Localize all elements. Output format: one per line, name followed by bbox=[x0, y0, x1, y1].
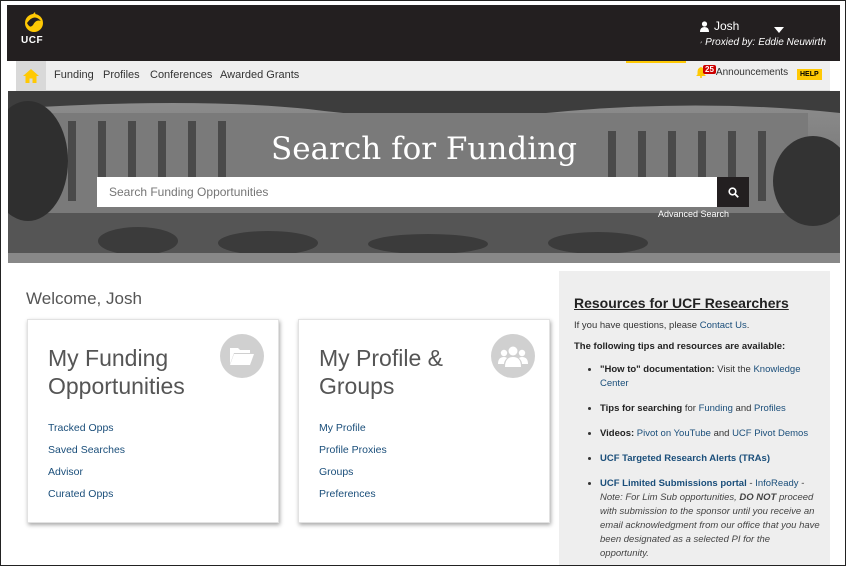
chevron-down-icon[interactable] bbox=[774, 27, 784, 33]
list-item: "How to" documentation: Visit the Knowle… bbox=[600, 363, 820, 391]
ucf-pivot-demos-link[interactable]: UCF Pivot Demos bbox=[732, 428, 808, 439]
preferences-link[interactable]: Preferences bbox=[319, 488, 387, 501]
saved-searches-link[interactable]: Saved Searches bbox=[48, 444, 125, 457]
tracked-opps-link[interactable]: Tracked Opps bbox=[48, 422, 125, 435]
questions-text: If you have questions, please bbox=[574, 320, 698, 331]
curated-opps-link[interactable]: Curated Opps bbox=[48, 488, 125, 501]
tra-link[interactable]: UCF Targeted Research Alerts (TRAs) bbox=[600, 453, 770, 464]
hero-banner: Search for Funding Advanced Search bbox=[8, 91, 840, 263]
list-item: Videos: Pivot on YouTube and UCF Pivot D… bbox=[600, 427, 820, 441]
proxied-by: Proxied by: Eddie Neuwirth bbox=[700, 37, 826, 48]
questions-suffix: . bbox=[746, 320, 750, 331]
profile-proxies-link[interactable]: Profile Proxies bbox=[319, 444, 387, 457]
proxied-name: Eddie Neuwirth bbox=[758, 37, 826, 48]
folder-open-icon bbox=[220, 334, 264, 378]
welcome-heading: Welcome, Josh bbox=[26, 289, 142, 308]
tips-text: for bbox=[684, 403, 696, 414]
user-name-row[interactable]: Josh bbox=[700, 19, 826, 33]
nav-funding[interactable]: Funding bbox=[54, 69, 94, 81]
funding-tips-link[interactable]: Funding bbox=[699, 403, 733, 414]
list-item: UCF Limited Submissions portal - InfoRea… bbox=[600, 477, 820, 561]
groups-link[interactable]: Groups bbox=[319, 466, 387, 479]
lim-dash: - bbox=[749, 478, 753, 489]
nav-awarded-grants[interactable]: Awarded Grants bbox=[220, 69, 299, 81]
announcements-label: Announcements bbox=[715, 67, 789, 78]
howto-text: Visit the bbox=[717, 364, 751, 375]
app-frame: UCF Josh Proxied by: Eddie Neuwirth Fund… bbox=[0, 0, 846, 566]
card-title: My Funding Opportunities bbox=[48, 345, 185, 399]
howto-label: "How to" documentation: bbox=[600, 364, 715, 375]
announcements-badge: 25 bbox=[703, 65, 716, 74]
resources-intro: The following tips and resources are ava… bbox=[574, 341, 786, 352]
advanced-search-link[interactable]: Advanced Search bbox=[658, 209, 729, 219]
questions-line: If you have questions, please Contact Us… bbox=[574, 320, 749, 331]
infoready-link[interactable]: InfoReady bbox=[755, 478, 798, 489]
home-button[interactable] bbox=[16, 61, 46, 90]
proxied-label: Proxied by: bbox=[705, 37, 756, 48]
resources-panel: Resources for UCF Researchers If you hav… bbox=[559, 271, 830, 565]
lim-do-not: DO NOT bbox=[739, 492, 777, 503]
tips-and: and bbox=[735, 403, 752, 414]
wrench-icon bbox=[700, 41, 703, 44]
card-links: Tracked Opps Saved Searches Advisor Cura… bbox=[48, 422, 125, 510]
announcements-link[interactable]: 25 Announcements bbox=[696, 65, 789, 78]
my-profile-link[interactable]: My Profile bbox=[319, 422, 387, 435]
profiles-tips-link[interactable]: Profiles bbox=[754, 403, 786, 414]
videos-and: and bbox=[713, 428, 730, 439]
office-link[interactable]: office bbox=[737, 520, 760, 531]
home-icon bbox=[23, 68, 39, 83]
hero-title: Search for Funding bbox=[271, 131, 577, 167]
tips-label: Tips for searching bbox=[600, 403, 683, 414]
nav-divider bbox=[626, 61, 686, 63]
contact-us-link[interactable]: Contact Us bbox=[700, 320, 747, 331]
limited-submissions-link[interactable]: UCF Limited Submissions portal bbox=[600, 478, 747, 489]
user-menu[interactable]: Josh Proxied by: Eddie Neuwirth bbox=[700, 19, 826, 48]
card-links: My Profile Profile Proxies Groups Prefer… bbox=[319, 422, 387, 510]
search-icon bbox=[727, 186, 739, 198]
profile-groups-card: My Profile & Groups My Profile Profile P… bbox=[298, 319, 550, 523]
card-title: My Profile & Groups bbox=[319, 345, 443, 399]
advisor-link[interactable]: Advisor bbox=[48, 466, 125, 479]
funding-opportunities-card: My Funding Opportunities Tracked Opps Sa… bbox=[27, 319, 279, 523]
videos-label: Videos: bbox=[600, 428, 635, 439]
user-icon bbox=[700, 20, 709, 32]
funding-search-input[interactable] bbox=[97, 177, 717, 207]
nav-profiles[interactable]: Profiles bbox=[103, 69, 140, 81]
nav-conferences[interactable]: Conferences bbox=[150, 69, 212, 81]
top-header: UCF Josh Proxied by: Eddie Neuwirth bbox=[7, 5, 840, 61]
list-item: UCF Targeted Research Alerts (TRAs) bbox=[600, 452, 820, 466]
pivot-youtube-link[interactable]: Pivot on YouTube bbox=[637, 428, 711, 439]
resources-title: Resources for UCF Researchers bbox=[574, 295, 789, 311]
main-nav: Funding Profiles Conferences Awarded Gra… bbox=[16, 61, 830, 91]
ucf-logo-text: UCF bbox=[21, 35, 44, 46]
users-icon bbox=[491, 334, 535, 378]
help-button[interactable]: HELP bbox=[797, 69, 822, 80]
user-name: Josh bbox=[714, 19, 740, 33]
search-button[interactable] bbox=[717, 177, 749, 207]
resources-list: "How to" documentation: Visit the Knowle… bbox=[574, 363, 820, 565]
list-item: Tips for searching for Funding and Profi… bbox=[600, 402, 820, 416]
